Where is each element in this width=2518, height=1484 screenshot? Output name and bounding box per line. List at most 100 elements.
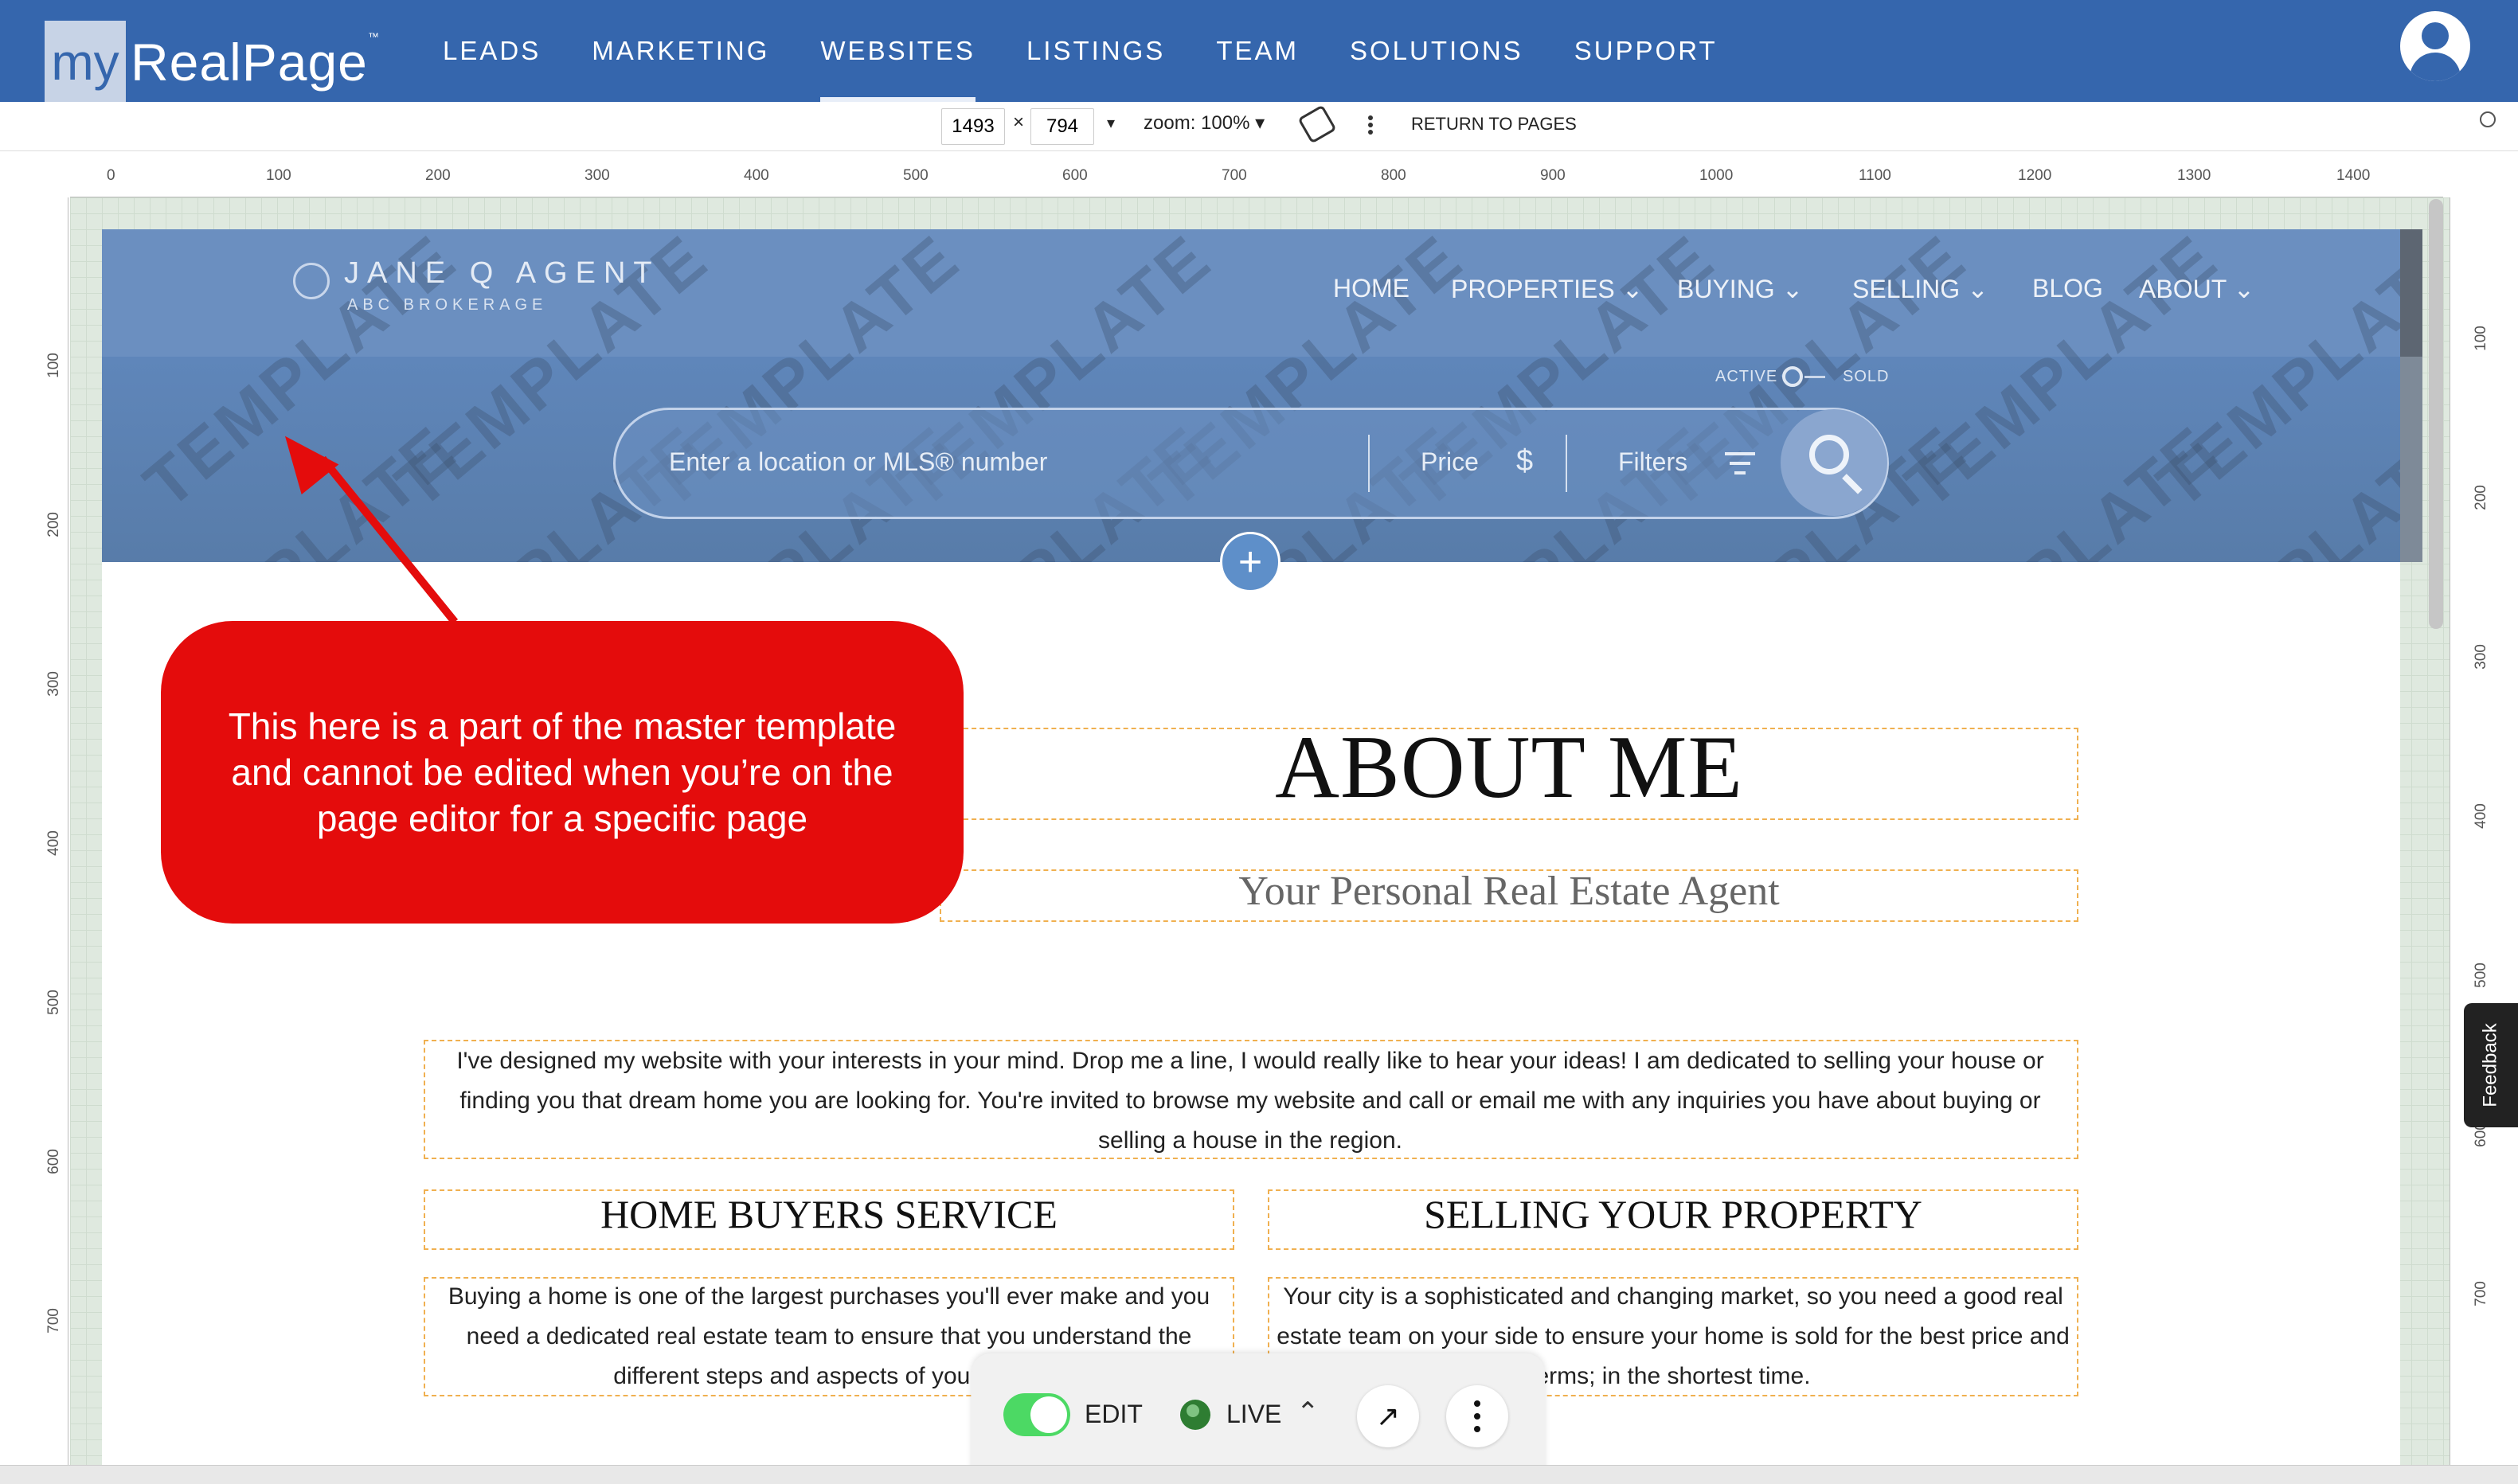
- ruler-top-label: 500: [903, 167, 929, 184]
- search-divider: [1368, 435, 1370, 492]
- ruler-top-label: 1300: [2177, 167, 2211, 184]
- ruler-right-label: 300: [2472, 644, 2489, 670]
- ruler-left-label: 600: [45, 1149, 62, 1174]
- ruler-top-label: 200: [425, 167, 451, 184]
- ruler-top-label: 0: [107, 167, 115, 184]
- filters-button[interactable]: Filters: [1618, 447, 1687, 477]
- site-nav-selling-label: SELLING: [1852, 275, 1961, 303]
- ruler-top-label: 300: [585, 167, 610, 184]
- ruler-left-label: 400: [45, 830, 62, 856]
- page-title: ABOUT ME: [1275, 718, 1743, 817]
- canvas-scrollbar[interactable]: [2429, 199, 2443, 629]
- nav-listings[interactable]: LISTINGS: [1026, 0, 1165, 102]
- site-nav-about[interactable]: ABOUT ⌄: [2139, 274, 2254, 304]
- globe-icon[interactable]: [1180, 1400, 1210, 1430]
- ruler-left-label: 700: [45, 1308, 62, 1334]
- site-nav-selling[interactable]: SELLING ⌄: [1852, 274, 1988, 304]
- times-symbol: ×: [1013, 111, 1025, 133]
- ruler-right-label: 500: [2472, 963, 2489, 988]
- price-filter[interactable]: Price: [1421, 447, 1479, 477]
- feedback-label: Feedback: [2480, 1023, 2501, 1107]
- ruler-left-label: 300: [45, 671, 62, 697]
- ruler-top-label: 100: [266, 167, 291, 184]
- chevron-up-icon[interactable]: ⌃: [1296, 1396, 1320, 1428]
- chevron-down-icon: ⌄: [2233, 275, 2255, 303]
- site-nav-blog[interactable]: BLOG: [2032, 274, 2103, 303]
- nav-team[interactable]: TEAM: [1216, 0, 1299, 102]
- ruler-top-label: 1400: [2336, 167, 2371, 184]
- horizontal-scrollbar[interactable]: [0, 1465, 2518, 1484]
- ruler-left-label: 500: [45, 990, 62, 1015]
- ruler-right-label: 700: [2472, 1281, 2489, 1306]
- site-nav-properties[interactable]: PROPERTIES ⌄: [1451, 274, 1643, 304]
- logo-my: my: [45, 21, 126, 103]
- ruler-right-label: 100: [2472, 326, 2489, 351]
- hero-scrollbar[interactable]: [2400, 229, 2422, 562]
- brokerage-name: ABC BROKERAGE: [347, 296, 548, 314]
- ruler-right: [2450, 197, 2496, 1465]
- chevron-down-icon: ⌄: [1781, 275, 1804, 303]
- active-sold-toggle[interactable]: [1782, 366, 1803, 387]
- nav-websites[interactable]: WEBSITES: [820, 0, 976, 102]
- logo-name: RealPage: [131, 33, 368, 92]
- ruler-top-label: 900: [1540, 167, 1566, 184]
- home-buyers-title: HOME BUYERS SERVICE: [600, 1192, 1058, 1236]
- open-external-icon[interactable]: ↗: [1357, 1385, 1419, 1447]
- site-nav-about-label: ABOUT: [2139, 275, 2227, 303]
- viewport-width-input[interactable]: 1493: [941, 108, 1005, 145]
- selling-title: SELLING YOUR PROPERTY: [1424, 1192, 1922, 1236]
- zoom-select[interactable]: zoom: 100% ▾: [1144, 111, 1265, 135]
- ruler-top-label: 1000: [1699, 167, 1734, 184]
- chevron-down-icon: ⌄: [1967, 275, 1988, 303]
- ruler-right-label: 400: [2472, 803, 2489, 829]
- ruler-top-label: 600: [1062, 167, 1088, 184]
- annotation-callout: This here is a part of the master templa…: [161, 621, 964, 924]
- site-nav-home[interactable]: HOME: [1333, 274, 1410, 303]
- size-dropdown-icon[interactable]: ▾: [1107, 113, 1115, 133]
- toggle-active-label: ACTIVE: [1715, 368, 1778, 385]
- main-nav: LEADS MARKETING WEBSITES LISTINGS TEAM S…: [443, 0, 1769, 102]
- logo-tm: ™: [367, 30, 379, 43]
- search-icon: [1809, 435, 1849, 474]
- toolbar-more-icon[interactable]: [1368, 113, 1373, 137]
- filter-icon: [1725, 452, 1755, 481]
- ruler-left-label: 200: [45, 512, 62, 537]
- viewport-height-input[interactable]: 794: [1030, 108, 1094, 145]
- nav-support[interactable]: SUPPORT: [1574, 0, 1718, 102]
- account-avatar-icon[interactable]: [2400, 11, 2470, 81]
- search-input[interactable]: Enter a location or MLS® number: [669, 447, 1047, 477]
- info-icon[interactable]: [2480, 111, 2496, 127]
- ruler-right-label: 200: [2472, 485, 2489, 510]
- chevron-down-icon: ⌄: [1621, 275, 1644, 303]
- ruler-top-label: 700: [1222, 167, 1247, 184]
- feedback-tab[interactable]: Feedback: [2464, 1003, 2518, 1127]
- ruler-top-label: 1100: [1859, 167, 1891, 184]
- ruler-left-label: 100: [45, 353, 62, 378]
- search-divider: [1566, 435, 1567, 492]
- nav-solutions[interactable]: SOLUTIONS: [1350, 0, 1523, 102]
- edit-label: EDIT: [1085, 1400, 1143, 1428]
- zoom-label: zoom: 100%: [1144, 112, 1250, 134]
- agent-logo-icon: [293, 263, 330, 299]
- live-label[interactable]: LIVE: [1226, 1400, 1281, 1429]
- ruler-top-label: 800: [1381, 167, 1406, 184]
- site-nav-buying-label: BUYING: [1677, 275, 1775, 303]
- search-button[interactable]: [1781, 409, 1887, 516]
- dollar-icon: $: [1516, 444, 1534, 478]
- toggle-track: [1804, 376, 1825, 378]
- nav-leads[interactable]: LEADS: [443, 0, 541, 102]
- top-nav-bar: my RealPage ™ LEADS MARKETING WEBSITES L…: [0, 0, 2518, 103]
- toggle-sold-label: SOLD: [1843, 368, 1890, 385]
- page-subtitle: Your Personal Real Estate Agent: [1238, 869, 1780, 914]
- myrealpage-logo[interactable]: my RealPage ™: [45, 21, 379, 103]
- return-to-pages-button[interactable]: RETURN TO PAGES: [1411, 114, 1577, 135]
- add-section-button[interactable]: +: [1220, 532, 1281, 592]
- ruler-top-label: 1200: [2018, 167, 2052, 184]
- edit-toggle-switch[interactable]: [1003, 1393, 1070, 1436]
- bottom-more-icon[interactable]: [1446, 1385, 1508, 1447]
- site-nav-properties-label: PROPERTIES: [1451, 275, 1615, 303]
- intro-text: I've designed my website with your inter…: [456, 1048, 2044, 1154]
- nav-marketing[interactable]: MARKETING: [592, 0, 769, 102]
- ruler-top-label: 400: [744, 167, 769, 184]
- site-nav-buying[interactable]: BUYING ⌄: [1677, 274, 1803, 304]
